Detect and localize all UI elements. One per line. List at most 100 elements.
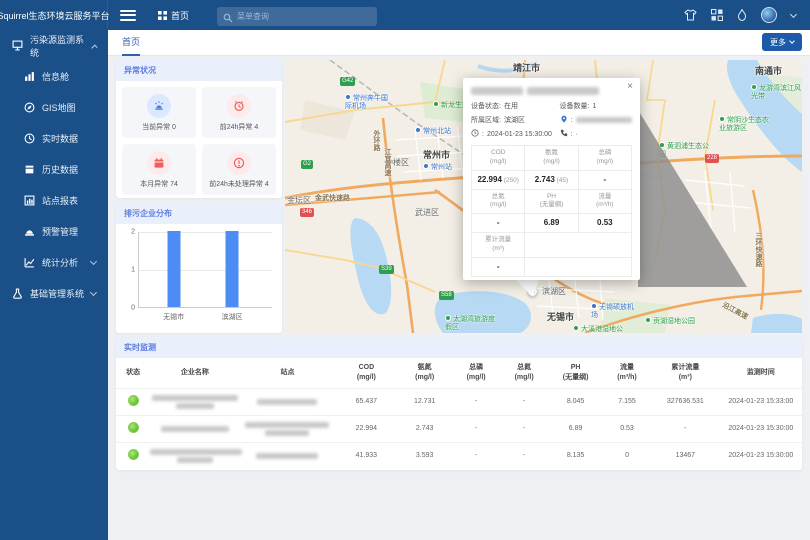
gis-map[interactable]: 靖江市南通市常州市无锡市钟楼区武进区金坛区滨湖区新龙生态林黄泗浦生态公园龙游湾滨… — [285, 60, 802, 333]
sidebar-item-overview[interactable]: 信息舱 — [0, 61, 108, 92]
map-label-road-v: 外环路 — [371, 130, 381, 151]
layout-icon[interactable] — [711, 9, 723, 21]
x-axis-label: 无锡市 — [163, 312, 184, 322]
table-cell: 22.994 — [336, 415, 398, 442]
poi-dot-icon — [645, 317, 651, 323]
info-label: 所属区域: — [471, 115, 501, 125]
more-button[interactable]: 更多 — [762, 33, 802, 51]
chevron-down-icon — [90, 258, 97, 265]
table-cell: 8.135 — [548, 442, 603, 469]
app-logo: Squirrel生态环境云服务平台 — [0, 0, 108, 30]
table-cell: - — [452, 442, 500, 469]
road-number-badge: 228 — [705, 154, 719, 163]
app-root: Squirrel生态环境云服务平台 首页 — [0, 0, 810, 540]
reading-value: 22.994 (250) — [472, 171, 525, 190]
table-row[interactable]: 22.9942.743--6.890.53-2024-01-23 15:30:0… — [116, 415, 802, 442]
status-card-label: 前24h未处理异常 4 — [209, 179, 269, 189]
sidebar: 污染源监测系统信息舱GIS地图实时数据历史数据站点报表预警管理统计分析基础管理系… — [0, 30, 108, 540]
status-card-label: 当前异常 0 — [142, 122, 176, 132]
sidebar-item-stats[interactable]: 统计分析 — [0, 247, 108, 278]
redacted-text — [176, 403, 214, 409]
redacted-text — [177, 457, 213, 463]
gis-icon — [24, 102, 35, 113]
monitor-icon — [12, 40, 23, 51]
sidebar-item-base[interactable]: 基础管理系统 — [0, 278, 108, 309]
info-value: 滨湖区 — [504, 115, 525, 125]
close-icon[interactable]: × — [627, 81, 633, 92]
stats-icon — [24, 257, 35, 268]
y-axis-tick: 0 — [131, 305, 135, 312]
status-card[interactable]: 当前异常 0 — [122, 87, 196, 138]
table-row[interactable]: 65.43712.731--8.0457.155327636.5312024-0… — [116, 388, 802, 415]
menu-search — [217, 6, 377, 25]
reading-header: PH(无量纲) — [525, 190, 578, 215]
phone-icon — [560, 129, 568, 139]
sidebar-item-alert[interactable]: 预警管理 — [0, 216, 108, 247]
tab-bar: 首页 更多 — [108, 30, 810, 56]
column-header: COD(mg/l) — [336, 358, 398, 388]
chevron-up-icon — [90, 44, 97, 51]
column-header: PH(无量纲) — [548, 358, 603, 388]
table-cell — [239, 388, 335, 415]
table-cell: 65.437 — [336, 388, 398, 415]
tab-home[interactable]: 首页 — [122, 30, 140, 56]
status-card[interactable]: 前24h异常 4 — [202, 87, 276, 138]
popup-info-row: :2024-01-23 15:30:00 — [471, 129, 560, 139]
redacted-text — [257, 399, 317, 405]
column-header: 监测时间 — [720, 358, 802, 388]
sidebar-item-report[interactable]: 站点报表 — [0, 185, 108, 216]
sidebar-item-realtime[interactable]: 实时数据 — [0, 123, 108, 154]
sidebar-item-gis[interactable]: GIS地图 — [0, 92, 108, 123]
flame-icon[interactable] — [737, 9, 747, 21]
chevron-down-icon — [90, 289, 97, 296]
info-value: 1 — [593, 103, 597, 110]
panel-title: 实时监测 — [116, 337, 802, 358]
table-row[interactable]: 41.9333.593--8.1350134672024-01-23 15:30… — [116, 442, 802, 469]
siren-icon — [147, 94, 171, 118]
map-label-poi-green: 大溪港湿地公园 — [573, 325, 627, 333]
info-label: 设备数量: — [560, 101, 590, 111]
x-axis-label: 滨湖区 — [222, 312, 243, 322]
column-header: 企业名称 — [150, 358, 239, 388]
redacted-text — [152, 395, 238, 401]
column-header: 总磷(mg/l) — [452, 358, 500, 388]
reading-value: - — [472, 214, 525, 233]
user-avatar[interactable] — [761, 7, 777, 23]
status-dot-green — [128, 395, 139, 406]
theme-skin-icon[interactable] — [684, 9, 697, 21]
popup-info: 设备状态:在用设备数量:1所属区域:滨湖区::2024-01-23 15:30:… — [471, 101, 632, 139]
popup-title-redacted — [471, 87, 632, 95]
poi-dot-icon — [659, 142, 665, 148]
reading-value: 2.743 (45) — [525, 171, 578, 190]
map-label-poi-blue: 常州奔牛国际机场 — [345, 94, 393, 112]
hamburger-menu-icon[interactable] — [120, 10, 136, 21]
redacted-text — [471, 87, 523, 95]
sidebar-item-history[interactable]: 历史数据 — [0, 154, 108, 185]
sidebar-item-monitor[interactable]: 污染源监测系统 — [0, 30, 108, 61]
poi-dot-icon — [345, 94, 351, 100]
clock-icon — [471, 129, 479, 139]
popup-info-row: 设备数量:1 — [560, 101, 632, 111]
chevron-down-icon[interactable] — [790, 10, 797, 17]
redacted-text — [150, 449, 242, 455]
popup-info-row: : — [560, 115, 632, 125]
panel-title: 异常状况 — [116, 60, 282, 81]
redacted-text — [576, 117, 632, 123]
clock-alert-icon — [227, 94, 251, 118]
popup-info-row: 设备状态:在用 — [471, 101, 560, 111]
search-input[interactable] — [217, 7, 377, 26]
column-header: 总氮(mg/l) — [500, 358, 548, 388]
redacted-text — [527, 87, 599, 95]
status-card[interactable]: 前24h未处理异常 4 — [202, 144, 276, 195]
map-label-poi-blue: 常州北站 — [415, 127, 463, 136]
redacted-text — [245, 422, 329, 428]
table-cell: 12.731 — [397, 388, 452, 415]
breadcrumb[interactable]: 首页 — [158, 9, 189, 22]
sidebar-item-label: 预警管理 — [42, 225, 78, 238]
table-cell: 327636.531 — [651, 388, 720, 415]
reading-value: 0.53 — [579, 214, 632, 233]
y-axis-tick: 1 — [131, 267, 135, 274]
map-label-district: 金坛区 — [287, 195, 311, 206]
status-card[interactable]: 本月异常 74 — [122, 144, 196, 195]
bar-chart: 210无锡市滨湖区 — [116, 224, 282, 332]
